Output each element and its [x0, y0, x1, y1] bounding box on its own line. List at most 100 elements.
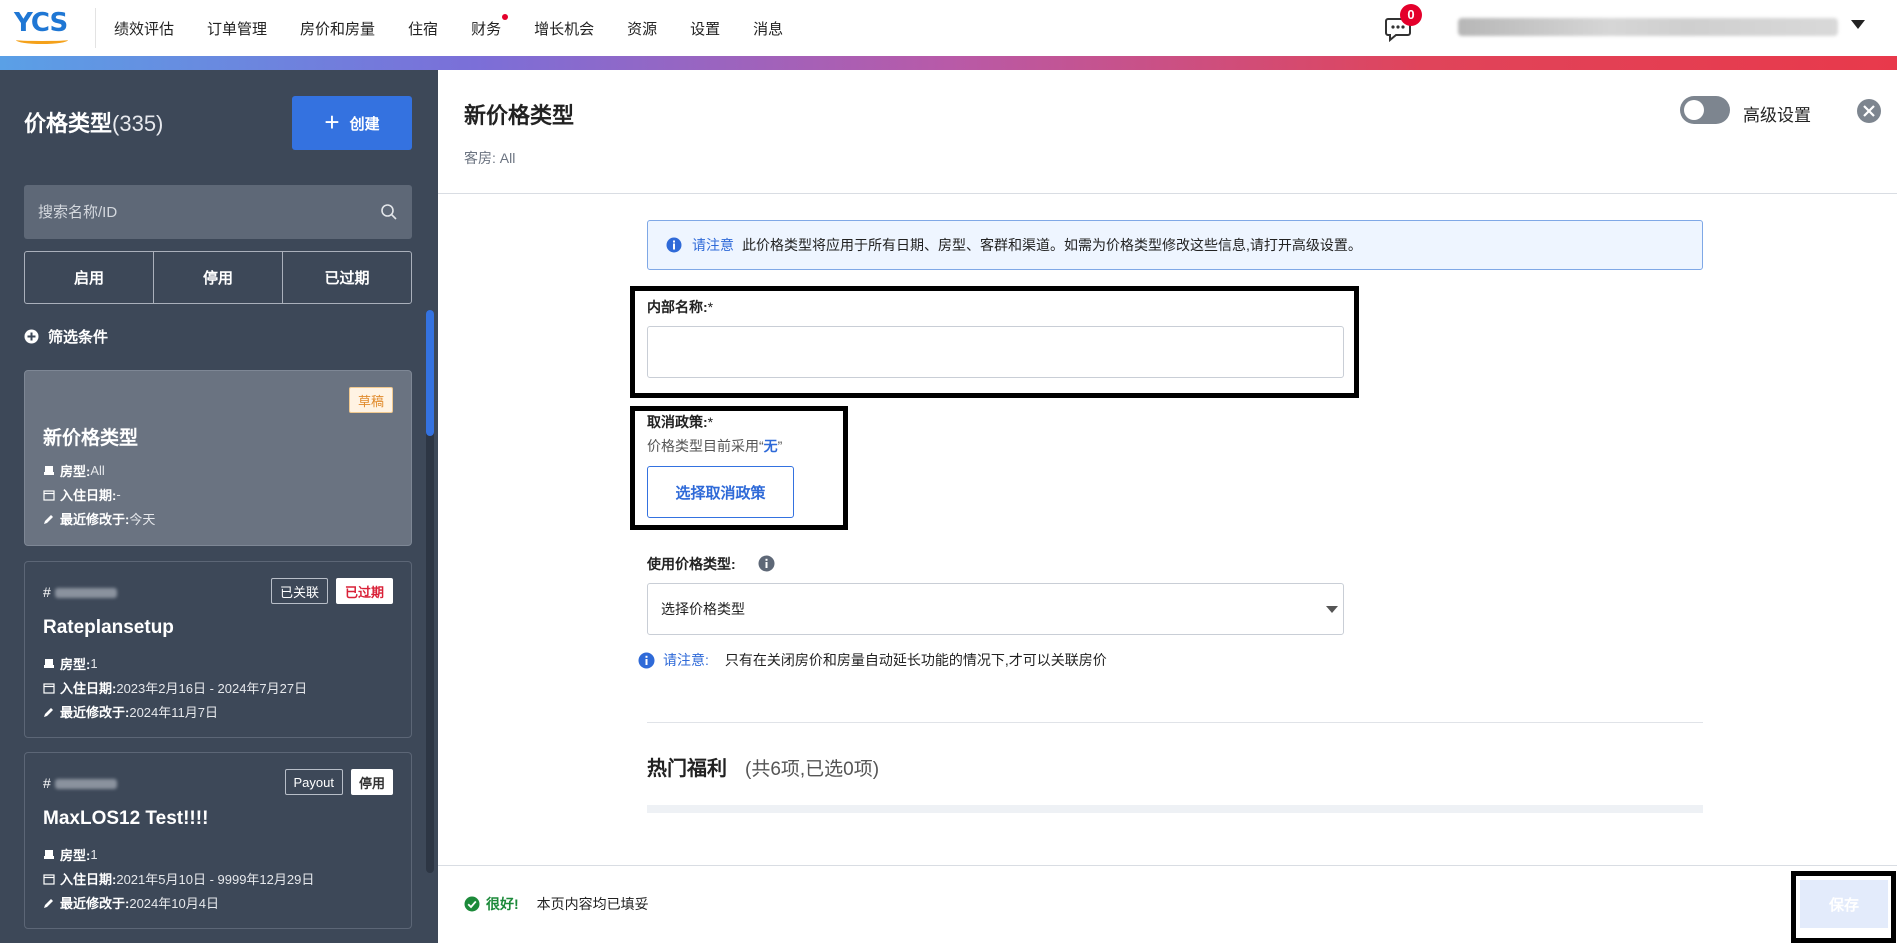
cancel-hint-prefix: 价格类型目前采用“: [647, 438, 764, 454]
rate-plan-select[interactable]: 选择价格类型: [647, 583, 1344, 635]
nav-item-finance[interactable]: 财务: [471, 13, 509, 39]
message-count-badge: 0: [1400, 4, 1422, 26]
card-room-label: 房型:: [60, 657, 91, 672]
card-checkin-value: 2023年2月16日 - 2024年7月27日: [116, 681, 308, 696]
info-icon[interactable]: [758, 555, 775, 572]
card-checkin-label: 入住日期:: [60, 681, 117, 696]
internal-name-input[interactable]: [647, 326, 1344, 378]
logo-divider: [95, 8, 96, 48]
payout-badge: Payout: [284, 769, 343, 795]
card-room-value: 1: [90, 656, 98, 671]
chevron-down-icon[interactable]: [1851, 20, 1865, 29]
completion-status: 很好! 本页内容均已填妥: [464, 894, 649, 914]
save-button[interactable]: 保存: [1800, 880, 1888, 928]
section-divider: [647, 722, 1703, 723]
required-mark: *: [707, 299, 714, 315]
benefits-list-top: [647, 805, 1703, 813]
pencil-icon: [44, 898, 53, 908]
completion-good: 很好!: [486, 896, 519, 912]
tab-expired[interactable]: 已过期: [283, 252, 411, 303]
card-room-value: 1: [90, 847, 98, 862]
logo-text: YCS: [14, 8, 68, 38]
card-modified-label: 最近修改于:: [60, 705, 130, 720]
nav-item-growth[interactable]: 增长机会: [534, 18, 594, 39]
bed-icon: [44, 658, 54, 668]
card-checkin-row: 入住日期: -: [43, 485, 121, 504]
linking-note-strong: 请注意:: [663, 652, 709, 668]
card-id-prefix: #: [43, 584, 51, 600]
sidebar-count: (335): [112, 111, 164, 136]
nav-menu: 绩效评估 订单管理 房价和房量 住宿 财务 增长机会 资源 设置 消息: [114, 0, 816, 56]
card-id-blurred: [54, 779, 117, 790]
filter-toggle[interactable]: 筛选条件: [24, 326, 108, 347]
toggle-knob: [1684, 100, 1704, 120]
card-room-row: 房型: All: [43, 461, 105, 480]
card-room-value: All: [90, 463, 105, 478]
disabled-badge: 停用: [350, 769, 393, 795]
rate-plan-select-value: 选择价格类型: [661, 601, 745, 617]
sidebar-scrollbar-thumb[interactable]: [426, 310, 434, 436]
nav-item-performance[interactable]: 绩效评估: [114, 18, 174, 39]
editor-header: 新价格类型 客房: All 高级设置: [438, 70, 1897, 194]
nav-item-settings[interactable]: 设置: [690, 18, 720, 39]
create-label: 创建: [349, 115, 380, 133]
calendar-icon: [43, 682, 55, 694]
bed-icon: [44, 849, 54, 859]
account-name-blurred[interactable]: [1458, 18, 1838, 36]
caret-down-icon: [1326, 606, 1338, 613]
check-circle-icon: [464, 896, 480, 912]
create-button[interactable]: + 创建: [292, 96, 412, 150]
tab-inactive[interactable]: 停用: [154, 252, 283, 303]
card-title: MaxLOS12 Test!!!!: [43, 808, 209, 829]
card-modified-label: 最近修改于:: [60, 512, 130, 527]
notice-banner: 请注意 此价格类型将应用于所有日期、房型、客群和渠道。如需为价格类型修改这些信息…: [647, 220, 1703, 270]
rate-plan-card[interactable]: 草稿 新价格类型 房型: All 入住日期: - 最近修改于: 今天: [24, 370, 412, 546]
search-input[interactable]: [24, 185, 412, 239]
cancel-policy-label: 取消政策:*: [647, 412, 713, 432]
select-cancel-policy-button[interactable]: 选择取消政策: [647, 466, 794, 518]
card-badges: 草稿: [348, 387, 393, 413]
card-id-blurred: [54, 588, 117, 599]
status-tabs: 启用 停用 已过期: [24, 251, 412, 304]
nav-item-messages[interactable]: 消息: [753, 18, 783, 39]
benefits-count: (共6项,已选0项): [745, 759, 880, 780]
close-icon[interactable]: [1856, 98, 1882, 124]
card-title: Rateplansetup: [43, 617, 174, 638]
nav-item-rates[interactable]: 房价和房量: [300, 18, 375, 39]
card-id: #: [43, 584, 117, 600]
nav-item-resources[interactable]: 资源: [627, 18, 657, 39]
cancel-policy-label-text: 取消政策:: [647, 414, 708, 430]
advanced-settings-label: 高级设置: [1743, 106, 1811, 125]
completion-text: 本页内容均已填妥: [536, 896, 649, 912]
ycs-logo[interactable]: YCS: [14, 8, 74, 44]
rate-plan-card[interactable]: # Payout 停用 MaxLOS12 Test!!!! 房型: 1 入住日期…: [24, 752, 412, 929]
nav-item-orders[interactable]: 订单管理: [207, 18, 267, 39]
rate-plan-editor: 新价格类型 客房: All 高级设置 请注意 此价格类型将应用于所有日期、房型、…: [438, 70, 1897, 943]
nav-item-property[interactable]: 住宿: [408, 18, 438, 39]
use-rate-plan-label: 使用价格类型:: [647, 556, 736, 572]
advanced-settings-toggle[interactable]: [1680, 96, 1730, 124]
notice-text: 此价格类型将应用于所有日期、房型、客群和渠道。如需为价格类型修改这些信息,请打开…: [742, 237, 1362, 253]
card-room-label: 房型:: [60, 464, 91, 479]
pencil-icon: [44, 514, 53, 524]
info-icon: [666, 237, 682, 253]
plus-circle-icon: [24, 329, 39, 344]
card-checkin-value: 2021年5月10日 - 9999年12月29日: [116, 872, 315, 887]
card-modified-row: 最近修改于: 2024年10月4日: [43, 893, 219, 912]
internal-name-label-text: 内部名称:: [647, 299, 708, 315]
search-icon[interactable]: [380, 203, 398, 221]
cancel-policy-hint: 价格类型目前采用“无”: [647, 436, 782, 456]
card-checkin-row: 入住日期: 2021年5月10日 - 9999年12月29日: [43, 869, 314, 888]
pencil-icon: [44, 707, 53, 717]
calendar-icon: [43, 489, 55, 501]
notification-dot: [502, 13, 509, 20]
tab-active[interactable]: 启用: [25, 252, 154, 303]
card-room-label: 房型:: [60, 848, 91, 863]
card-modified-value: 2024年10月4日: [129, 896, 219, 911]
card-title: 新价格类型: [43, 428, 139, 449]
notice-strong: 请注意: [692, 237, 734, 253]
search-box: [24, 185, 412, 239]
rate-plan-card[interactable]: # 已关联 已过期 Rateplansetup 房型: 1 入住日期: 2023…: [24, 561, 412, 738]
internal-name-label: 内部名称:*: [647, 297, 713, 317]
rate-plan-sidebar: 价格类型(335) + 创建 启用 停用 已过期 筛选条件 草稿 新价格类型 房…: [0, 70, 438, 943]
